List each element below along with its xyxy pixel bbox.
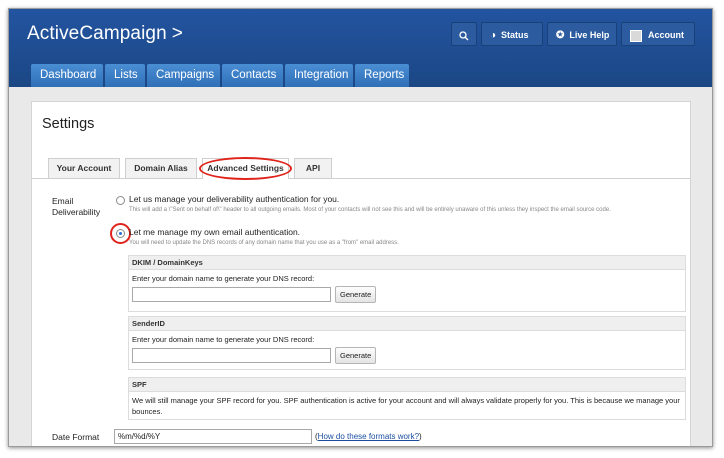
app-logo[interactable]: ActiveCampaign > [27,23,183,45]
date-format-help-link[interactable]: How do these formats work? [318,432,419,441]
status-icon: ◑ [490,30,497,41]
senderid-box: SenderID Enter your domain name to gener… [128,316,686,370]
date-format-label: Date Format [52,432,100,442]
settings-panel: Settings Your Account Domain Alias Advan… [31,101,691,446]
nav-tab-contacts[interactable]: Contacts [222,64,283,87]
spf-header: SPF [129,378,685,392]
tab-api[interactable]: API [294,158,332,178]
managed-auth-label: Let us manage your deliverability authen… [129,194,340,204]
spf-text: We will still manage your SPF record for… [132,396,680,416]
senderid-generate-button[interactable]: Generate [335,347,377,364]
nav-tab-campaigns[interactable]: Campaigns [147,64,220,87]
email-deliverability-label-line2: Deliverability [52,207,101,217]
top-header: ActiveCampaign > ◑ Status ✪ Live Help Accou… [9,9,712,87]
tab-domain-alias[interactable]: Domain Alias [125,158,197,178]
nav-tab-dashboard[interactable]: Dashboard [31,64,103,87]
app-window: ActiveCampaign > ◑ Status ✪ Live Help Accou… [8,8,713,447]
logo-chevron: > [171,23,183,44]
senderid-prompt: Enter your domain name to generate your … [132,335,315,344]
live-help-button[interactable]: ✪ Live Help [547,22,617,46]
search-icon [459,30,469,41]
account-button[interactable]: Account [621,22,695,46]
settings-tabs: Your Account Domain Alias Advanced Setti… [32,158,690,179]
nav-tab-integration[interactable]: Integration [285,64,353,87]
avatar-icon [630,29,642,42]
dkim-domain-input[interactable] [132,287,331,302]
dkim-prompt: Enter your domain name to generate your … [132,274,315,283]
own-auth-desc: You will need to update the DNS records … [129,240,399,246]
senderid-header: SenderID [129,317,685,331]
live-help-label: Live Help [569,30,610,40]
logo-text: ActiveCampaign [27,23,167,44]
dkim-header: DKIM / DomainKeys [129,256,685,270]
nav-tab-lists[interactable]: Lists [105,64,145,87]
page-title: Settings [42,116,95,132]
dkim-box: DKIM / DomainKeys Enter your domain name… [128,255,686,312]
search-button[interactable] [451,22,477,46]
senderid-domain-input[interactable] [132,348,331,363]
date-format-input[interactable] [114,429,312,444]
account-label: Account [648,30,684,40]
managed-auth-desc: This will add a \"Sent on behalf of\" he… [129,207,611,213]
radio-managed-auth[interactable] [116,196,125,205]
spf-box: SPF We will still manage your SPF record… [128,377,686,420]
tab-your-account[interactable]: Your Account [48,158,120,178]
email-deliverability-label-line1: Email [52,196,74,206]
status-label: Status [501,30,529,40]
lifebuoy-icon: ✪ [556,30,565,41]
nav-tab-reports[interactable]: Reports [355,64,409,87]
own-auth-label: Let me manage my own email authenticatio… [129,227,301,237]
email-deliverability-label: Email Deliverability [52,196,100,218]
date-format-help: (How do these formats work?) [315,432,422,441]
help-paren-close: ) [419,432,422,441]
status-button[interactable]: ◑ Status [481,22,543,46]
own-auth-highlight [110,223,131,244]
dkim-generate-button[interactable]: Generate [335,286,377,303]
advanced-settings-highlight [199,157,292,180]
